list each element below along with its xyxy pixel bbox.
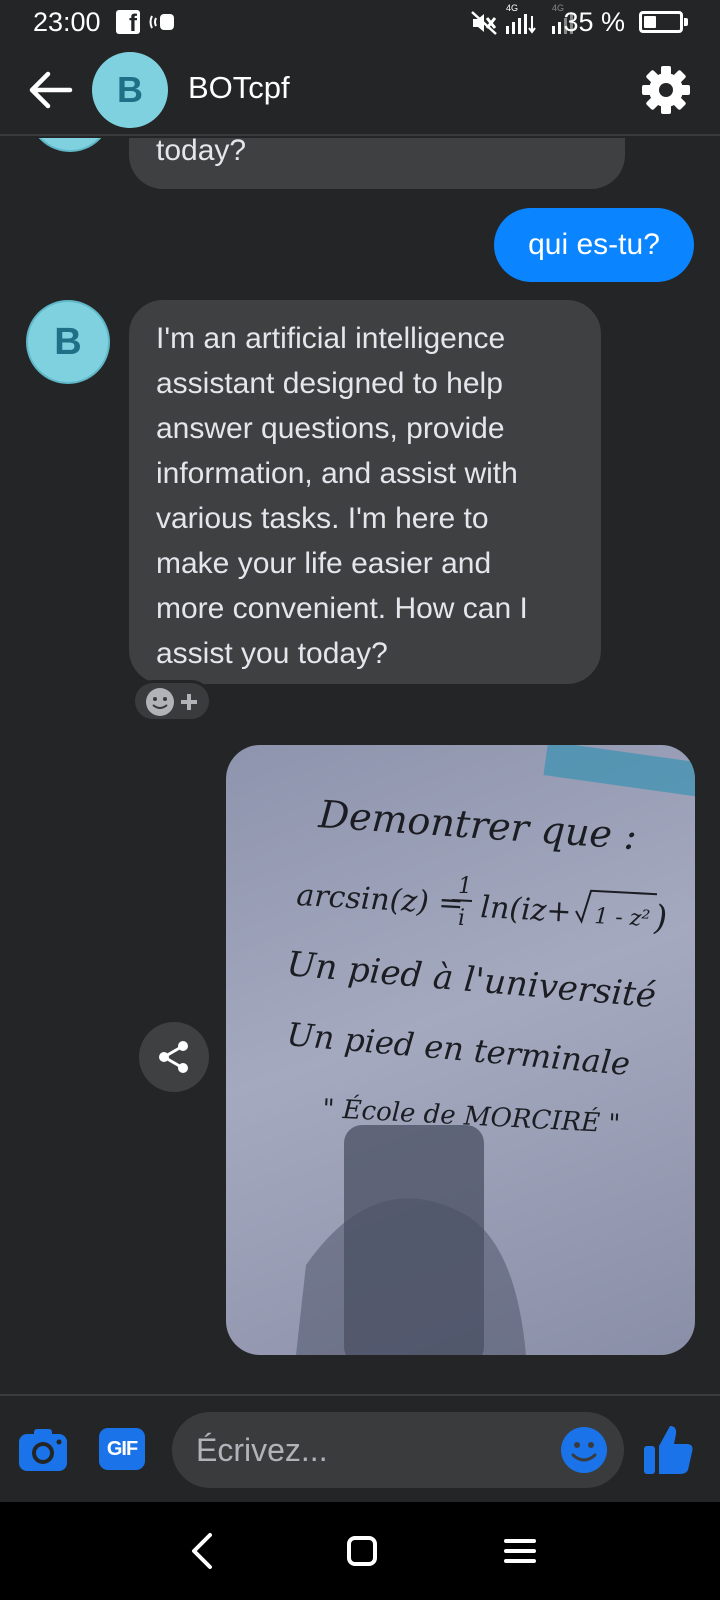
system-nav-bar	[0, 1502, 720, 1600]
message-line: information, and assist with	[156, 457, 518, 490]
message-bubble-outgoing[interactable]: qui es-tu?	[494, 208, 694, 282]
message-input[interactable]	[196, 1412, 536, 1488]
battery-percent: 35 %	[563, 7, 625, 37]
nav-menu-icon[interactable]	[498, 1529, 542, 1573]
bot-avatar[interactable]: B	[26, 300, 110, 384]
page-title[interactable]: BOTcpf	[188, 70, 290, 106]
nav-back-icon[interactable]	[182, 1529, 226, 1573]
signal-icon: 4G	[506, 3, 536, 34]
share-icon	[159, 1041, 188, 1073]
photo-line-2: arcsin(z) =	[296, 878, 465, 922]
thumbs-up-icon[interactable]	[640, 1422, 696, 1478]
smiley-add-icon	[146, 688, 197, 716]
photo-close-paren: )	[653, 898, 667, 938]
photo-ln: ln(iz+	[480, 890, 573, 930]
svg-text:4G: 4G	[552, 3, 564, 13]
photo-fraction-numerator: 1	[458, 874, 472, 899]
battery-fill	[644, 16, 656, 28]
avatar-letter: B	[117, 69, 143, 110]
message-text: qui es-tu?	[528, 228, 660, 261]
photo-line-1: Demontrer que :	[316, 792, 638, 858]
message-text: today?	[156, 138, 247, 167]
whiteboard-writing: Demontrer que : arcsin(z) = 1 i ln(iz+ 1…	[285, 792, 667, 1355]
gif-icon: GIF	[106, 1437, 138, 1460]
camera-icon[interactable]	[18, 1428, 68, 1472]
message-line: various tasks. I'm here to	[156, 502, 489, 535]
photo-message[interactable]: Demontrer que : arcsin(z) = 1 i ln(iz+ 1…	[226, 745, 695, 1355]
message-input-container[interactable]	[172, 1412, 624, 1488]
message-list[interactable]: today? qui es-tu? B I'm an artificial in…	[0, 138, 720, 1392]
bot-avatar-partial	[28, 138, 112, 152]
mute-icon	[471, 11, 497, 35]
facebook-icon: f	[116, 10, 140, 36]
share-button[interactable]	[139, 1022, 209, 1092]
avatar[interactable]: B	[92, 52, 168, 128]
emoji-icon[interactable]	[560, 1426, 608, 1474]
chat-header: B BOTcpf	[0, 46, 720, 136]
photo-line-3: Un pied à l'université	[285, 944, 657, 1016]
avatar-letter: B	[54, 320, 82, 363]
gif-button[interactable]: GIF	[99, 1428, 145, 1470]
message-bubble-partial[interactable]: today?	[129, 138, 625, 189]
message-line: assist you today?	[156, 637, 388, 670]
message-composer: GIF	[0, 1394, 720, 1502]
network-label: 4G	[506, 3, 518, 13]
message-line: make your life easier and	[156, 547, 492, 580]
back-arrow-icon[interactable]	[26, 68, 74, 112]
battery-icon	[639, 11, 688, 33]
message-line: I'm an artificial intelligence	[156, 322, 506, 355]
message-line: assistant designed to help	[156, 367, 503, 400]
add-reaction-button[interactable]	[132, 680, 212, 722]
message-line: answer questions, provide	[156, 412, 505, 445]
photo-sqrt-text: 1 - z²	[594, 904, 651, 932]
photo-line-4: Un pied en terminale	[285, 1015, 631, 1083]
phone-shadow	[296, 1125, 526, 1355]
notification-icon	[149, 14, 174, 30]
gear-icon[interactable]	[640, 64, 692, 116]
message-bubble-incoming[interactable]: I'm an artificial intelligence assistant…	[129, 300, 601, 684]
message-line: more convenient. How can I	[156, 592, 528, 625]
status-time: 23:00	[33, 7, 101, 37]
photo-fraction-denominator: i	[458, 906, 465, 931]
status-bar: 23:00 f 4G 4G 35 %	[0, 0, 720, 46]
status-indicators: 4G 4G 35 %	[420, 0, 720, 46]
nav-home-icon[interactable]	[340, 1529, 384, 1573]
